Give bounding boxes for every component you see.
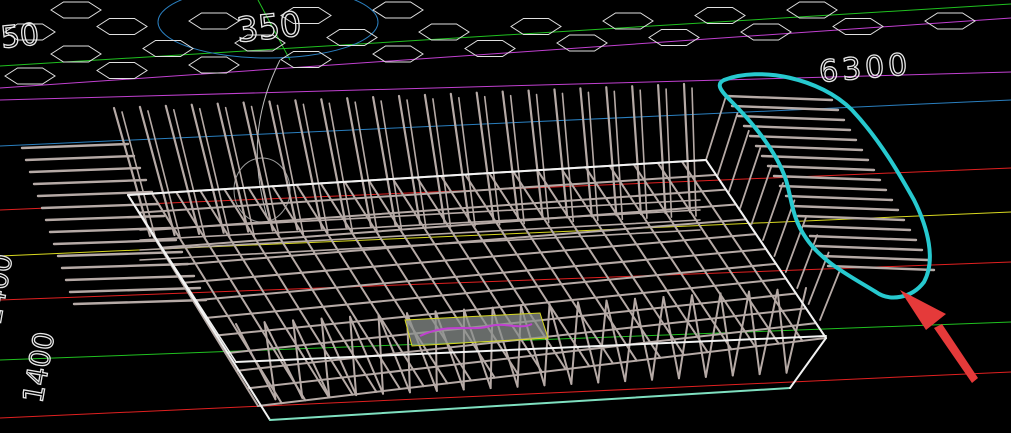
cad-viewport[interactable]: 50 350 6300 1400 1400	[0, 0, 1011, 433]
dim-label-top-center: 350	[235, 4, 304, 51]
dim-label-top-left: 50	[0, 17, 41, 56]
drawing-canvas[interactable]: 50 350 6300 1400 1400	[0, 0, 1011, 433]
